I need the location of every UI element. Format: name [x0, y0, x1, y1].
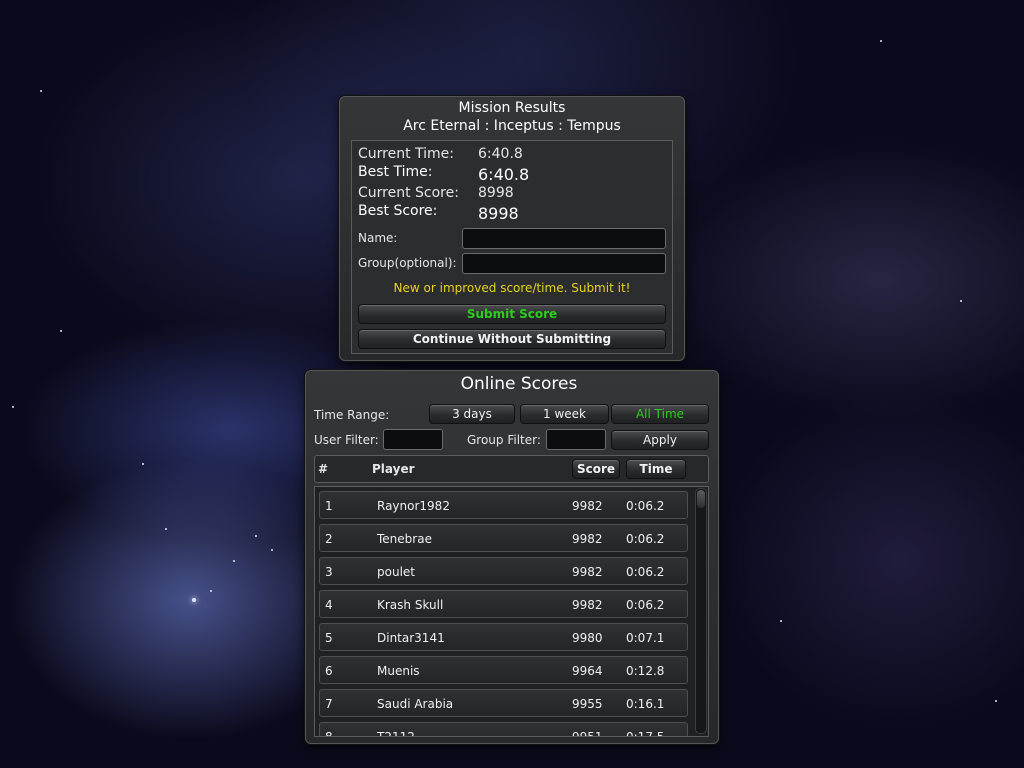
player-column-header: Player: [372, 462, 415, 476]
mission-name: Arc Eternal : Inceptus : Tempus: [403, 118, 621, 134]
best-time-label: Best Time:: [358, 164, 433, 180]
best-time-value: 6:40.8: [478, 165, 530, 184]
best-score-label: Best Score:: [358, 203, 438, 219]
rank-column-header: #: [318, 462, 329, 476]
name-input[interactable]: [462, 228, 666, 249]
time-range-label: Time Range:: [314, 408, 390, 422]
current-time-label: Current Time:: [358, 146, 455, 162]
name-label: Name:: [358, 231, 398, 245]
submit-score-button[interactable]: Submit Score: [358, 304, 666, 324]
current-time-value: 6:40.8: [478, 146, 523, 162]
range-all-time-button[interactable]: All Time: [611, 404, 709, 424]
group-input[interactable]: [462, 253, 666, 274]
group-filter-label: Group Filter:: [467, 433, 541, 447]
online-scores-title: Online Scores: [460, 374, 578, 394]
group-label: Group(optional):: [358, 256, 457, 270]
range-1-week-button[interactable]: 1 week: [520, 404, 609, 424]
sort-time-button[interactable]: Time: [626, 459, 686, 479]
range-3-days-button[interactable]: 3 days: [429, 404, 515, 424]
apply-filter-button[interactable]: Apply: [611, 430, 709, 450]
continue-without-submitting-button[interactable]: Continue Without Submitting: [358, 329, 666, 349]
sort-score-button[interactable]: Score: [572, 459, 620, 479]
current-score-value: 8998: [478, 185, 514, 201]
scrollbar-thumb[interactable]: [697, 490, 705, 508]
scores-list[interactable]: [314, 486, 709, 737]
user-filter-label: User Filter:: [314, 433, 379, 447]
current-score-label: Current Score:: [358, 185, 459, 201]
group-filter-input[interactable]: [546, 429, 606, 450]
user-filter-input[interactable]: [383, 429, 443, 450]
best-score-value: 8998: [478, 204, 519, 223]
mission-results-title: Mission Results: [458, 100, 566, 116]
scores-scrollbar[interactable]: [695, 488, 707, 734]
submit-notice: New or improved score/time. Submit it!: [393, 281, 631, 295]
